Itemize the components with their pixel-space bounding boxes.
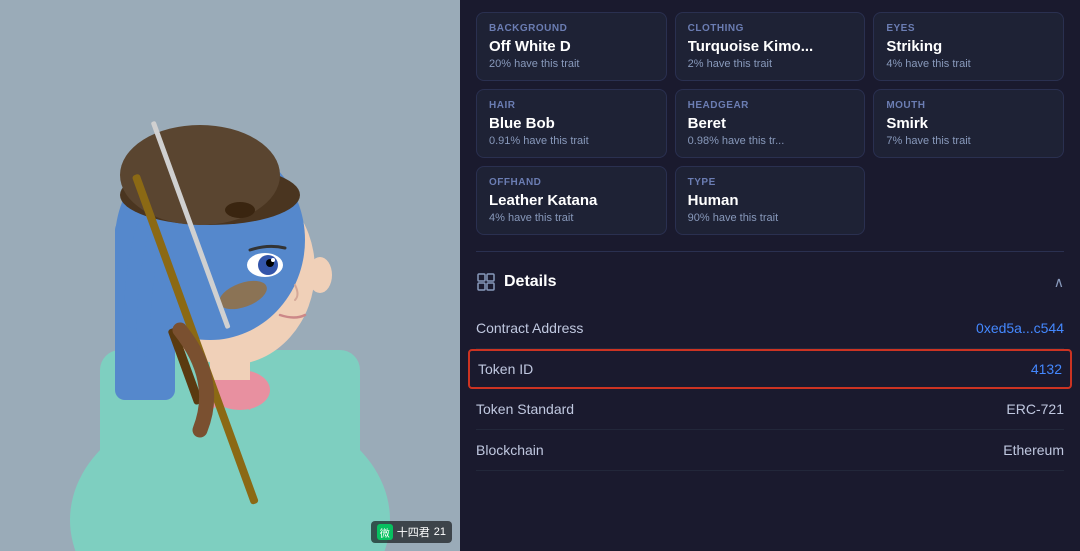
trait-category: OFFHAND [489, 177, 654, 188]
details-section: Details ∧ Contract Address 0xed5a...c544 T… [476, 251, 1064, 471]
trait-value: Leather Katana [489, 192, 654, 209]
wechat-icon: 微 [377, 524, 393, 540]
trait-rarity: 20% have this trait [489, 58, 654, 70]
trait-category: TYPE [688, 177, 853, 188]
nft-image-panel: 微 十四君 21 [0, 0, 460, 551]
detail-row: Blockchain Ethereum [476, 430, 1064, 471]
trait-card: HEADGEAR Beret 0.98% have this tr... [675, 89, 866, 158]
trait-rarity: 0.98% have this tr... [688, 135, 853, 147]
detail-value[interactable]: 0xed5a...c544 [976, 320, 1064, 336]
trait-card: CLOTHING Turquoise Kimo... 2% have this tr… [675, 12, 866, 81]
trait-card: MOUTH Smirk 7% have this trait [873, 89, 1064, 158]
detail-value[interactable]: 4132 [1031, 361, 1062, 377]
trait-value: Striking [886, 38, 1051, 55]
detail-row: Token Standard ERC-721 [476, 389, 1064, 430]
chevron-up-icon: ∧ [1054, 274, 1064, 291]
watermark: 微 十四君 21 [371, 521, 452, 543]
trait-rarity: 4% have this trait [489, 212, 654, 224]
detail-row: Contract Address 0xed5a...c544 [476, 308, 1064, 349]
trait-rarity: 7% have this trait [886, 135, 1051, 147]
details-icon [476, 272, 496, 292]
details-rows: Contract Address 0xed5a...c544 Token ID 413… [476, 308, 1064, 471]
right-panel: BACKGROUND Off White D 20% have this trait… [460, 0, 1080, 551]
detail-value: Ethereum [1003, 442, 1064, 458]
trait-value: Human [688, 192, 853, 209]
trait-category: EYES [886, 23, 1051, 34]
trait-rarity: 90% have this trait [688, 212, 853, 224]
detail-label: Blockchain [476, 442, 544, 458]
trait-rarity: 4% have this trait [886, 58, 1051, 70]
trait-card: TYPE Human 90% have this trait [675, 166, 866, 235]
detail-label: Contract Address [476, 320, 583, 336]
detail-value: ERC-721 [1006, 401, 1064, 417]
trait-category: HEADGEAR [688, 100, 853, 111]
trait-category: HAIR [489, 100, 654, 111]
detail-label: Token ID [478, 361, 533, 377]
trait-category: MOUTH [886, 100, 1051, 111]
trait-card: BACKGROUND Off White D 20% have this trait [476, 12, 667, 81]
trait-card: OFFHAND Leather Katana 4% have this trait [476, 166, 667, 235]
trait-card: HAIR Blue Bob 0.91% have this trait [476, 89, 667, 158]
trait-value: Beret [688, 115, 853, 132]
trait-value: Turquoise Kimo... [688, 38, 853, 55]
watermark-number: 21 [434, 526, 446, 538]
trait-value: Smirk [886, 115, 1051, 132]
detail-label: Token Standard [476, 401, 574, 417]
details-title: Details [504, 273, 556, 291]
watermark-text: 十四君 [397, 524, 430, 540]
trait-rarity: 0.91% have this trait [489, 135, 654, 147]
details-header-left: Details [476, 272, 556, 292]
trait-value: Off White D [489, 38, 654, 55]
trait-card: EYES Striking 4% have this trait [873, 12, 1064, 81]
trait-category: BACKGROUND [489, 23, 654, 34]
trait-category: CLOTHING [688, 23, 853, 34]
traits-grid: BACKGROUND Off White D 20% have this trait… [476, 12, 1064, 235]
trait-value: Blue Bob [489, 115, 654, 132]
trait-rarity: 2% have this trait [688, 58, 853, 70]
details-header[interactable]: Details ∧ [476, 264, 1064, 300]
detail-row: Token ID 4132 [468, 349, 1072, 389]
